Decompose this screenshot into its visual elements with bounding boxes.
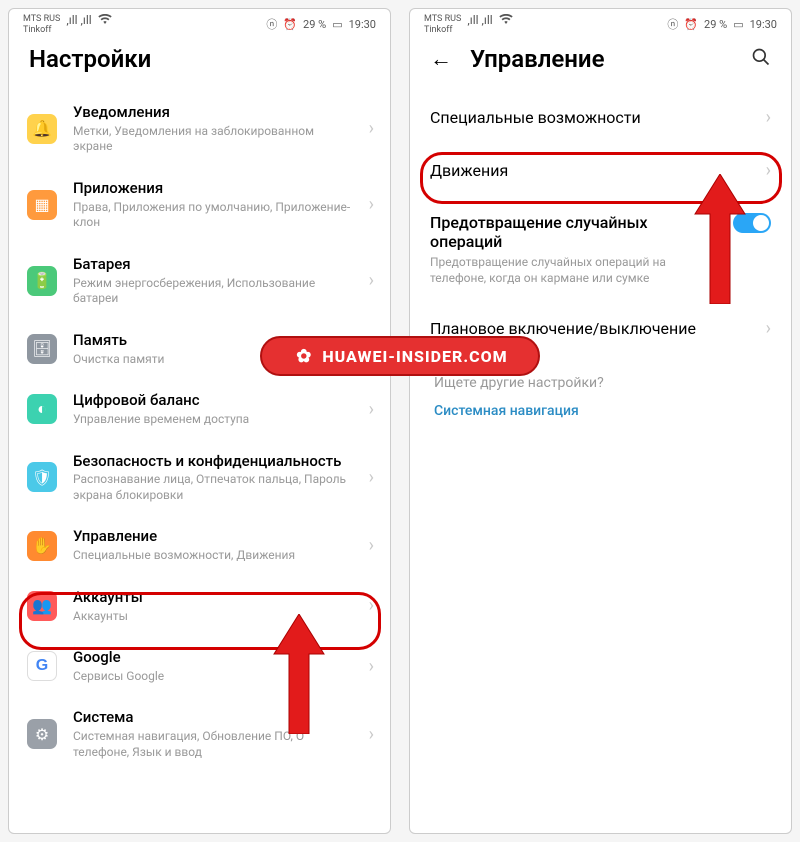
battery-pct: 29 % [704,18,727,31]
item-sub: Сервисы Google [73,669,353,685]
nfc-icon: ⓝ [667,16,678,32]
chevron-right-icon: › [369,399,374,420]
chevron-right-icon: › [369,724,374,745]
wifi-icon [499,14,513,26]
chevron-right-icon: › [766,318,771,339]
item-prevent-accidental[interactable]: Предотвращение случайных операций Предот… [410,197,791,302]
battery-icon: ▭ [733,18,743,31]
item-sub: Системная навигация, Обновление ПО, О те… [73,729,353,760]
hand-icon: ✋ [27,531,57,561]
alarm-icon: ⏰ [283,18,297,31]
item-sub: Аккаунты [73,609,353,625]
chevron-right-icon: › [369,656,374,677]
huawei-logo-icon: ✿ [292,344,316,368]
search-icon[interactable] [751,47,771,72]
header: ← Управление [410,37,791,91]
battery-item-icon: 🔋 [27,266,57,296]
carrier-1: MTS RUS [23,15,60,24]
item-sub: Предотвращение случайных операций на тел… [430,255,721,286]
item-title: Предотвращение случайных операций [430,213,721,251]
item-sub: Управление временем доступа [73,412,353,428]
chevron-right-icon: › [369,270,374,291]
storage-icon: 🗄 [27,334,57,364]
bell-icon: 🔔 [27,114,57,144]
balance-icon: ◐ [27,394,57,424]
header: Настройки [9,37,390,91]
watermark-badge: ✿ HUAWEI-INSIDER.COM [260,336,540,376]
item-title: Google [73,648,353,667]
chevron-right-icon: › [766,107,771,128]
watermark-text: HUAWEI-INSIDER.COM [322,347,507,366]
nfc-icon: ⓝ [266,16,277,32]
chevron-right-icon: › [369,467,374,488]
carrier-1: MTS RUS [424,15,461,24]
item-title: Специальные возможности [430,108,754,127]
status-bar: MTS RUS ‚ıll ‚ıll Tinkoff ⓝ ⏰ 29 % ▭ 19:… [410,9,791,37]
carrier-2: Tinkoff [23,26,112,35]
item-security[interactable]: 🛡 Безопасность и конфиденциальность Расп… [9,440,390,516]
google-icon: G [27,651,57,681]
item-accessibility[interactable]: Специальные возможности › [410,91,791,144]
item-title: Система [73,708,353,727]
shield-icon: 🛡 [27,462,57,492]
control-list: Специальные возможности › Движения › Пре… [410,91,791,355]
item-sub: Метки, Уведомления на заблокированном эк… [73,124,353,155]
footer-link-system-navigation[interactable]: Системная навигация [410,397,791,425]
chevron-right-icon: › [369,535,374,556]
back-button[interactable]: ← [430,46,452,72]
item-sub: Распознавание лица, Отпечаток пальца, Па… [73,472,353,503]
item-title: Цифровой баланс [73,391,353,410]
chevron-right-icon: › [369,194,374,215]
clock: 19:30 [750,18,777,31]
status-bar: MTS RUS ‚ıll ‚ıll Tinkoff ⓝ ⏰ 29 % ▭ 19:… [9,9,390,37]
item-notifications[interactable]: 🔔 Уведомления Метки, Уведомления на забл… [9,91,390,167]
item-control[interactable]: ✋ Управление Специальные возможности, Дв… [9,515,390,575]
signal-icon: ‚ıll ‚ıll [66,14,91,26]
item-title: Батарея [73,255,353,274]
chevron-right-icon: › [766,160,771,181]
item-sub: Режим энергосбережения, Использование ба… [73,276,353,307]
clock: 19:30 [349,18,376,31]
system-icon: ⚙ [27,719,57,749]
item-title: Движения [430,161,754,180]
apps-icon: ▦ [27,190,57,220]
item-system[interactable]: ⚙ Система Системная навигация, Обновлени… [9,696,390,772]
chevron-right-icon: › [369,118,374,139]
item-title: Аккаунты [73,588,353,607]
item-title: Безопасность и конфиденциальность [73,452,353,471]
item-battery[interactable]: 🔋 Батарея Режим энергосбережения, Исполь… [9,243,390,319]
item-apps[interactable]: ▦ Приложения Права, Приложения по умолча… [9,167,390,243]
signal-icon: ‚ıll ‚ıll [467,14,492,26]
battery-pct: 29 % [303,18,326,31]
item-sub: Специальные возможности, Движения [73,548,353,564]
item-title: Уведомления [73,103,353,122]
battery-icon: ▭ [332,18,342,31]
chevron-right-icon: › [369,595,374,616]
item-accounts[interactable]: 👥 Аккаунты Аккаунты › [9,576,390,636]
item-sub: Права, Приложения по умолчанию, Приложен… [73,200,353,231]
wifi-icon [98,14,112,26]
item-title: Управление [73,527,353,546]
alarm-icon: ⏰ [684,18,698,31]
item-digital-balance[interactable]: ◐ Цифровой баланс Управление временем до… [9,379,390,439]
phone-settings: MTS RUS ‚ıll ‚ıll Tinkoff ⓝ ⏰ 29 % ▭ 19:… [8,8,391,834]
toggle-switch[interactable] [733,213,771,233]
carrier-2: Tinkoff [424,26,513,35]
phone-control: MTS RUS ‚ıll ‚ıll Tinkoff ⓝ ⏰ 29 % ▭ 19:… [409,8,792,834]
accounts-icon: 👥 [27,591,57,621]
item-title: Приложения [73,179,353,198]
settings-list: 🔔 Уведомления Метки, Уведомления на забл… [9,91,390,772]
page-title: Управление [470,45,605,73]
item-google[interactable]: G Google Сервисы Google › [9,636,390,696]
item-motions[interactable]: Движения › [410,144,791,197]
page-title: Настройки [29,45,151,73]
